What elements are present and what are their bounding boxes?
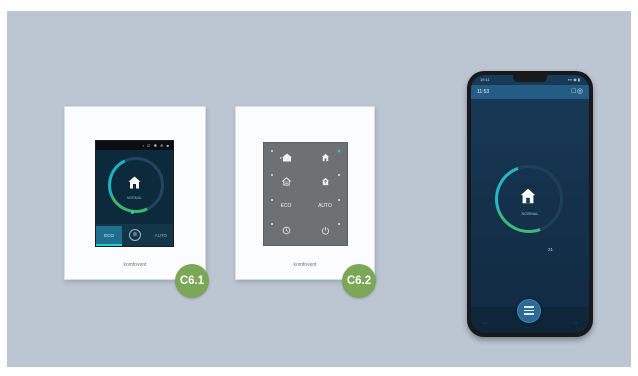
eco-button[interactable]: ECO xyxy=(96,226,122,246)
home-icon xyxy=(128,176,141,189)
led-indicator xyxy=(271,222,273,225)
app-temperature: 21 xyxy=(548,247,554,252)
model-badge-c6-2: C6.2 xyxy=(342,264,376,298)
product-scene: • ∅ ✱ ⊕ ■ NORMAL ECO ⊗ AUTO komfovent EC… xyxy=(7,11,631,367)
led-indicator-active xyxy=(338,150,340,152)
button-keypad: ECO AUTO xyxy=(263,142,348,246)
menu-button[interactable] xyxy=(517,299,541,323)
home-icon xyxy=(321,154,329,162)
phone-notch xyxy=(513,75,547,82)
model-badge-c6-1: C6.1 xyxy=(175,264,209,298)
power-button[interactable] xyxy=(307,220,343,241)
eco-key[interactable]: ECO xyxy=(268,196,304,217)
nav-right[interactable]: ◦◦◦ xyxy=(573,321,577,325)
button-controller-panel: ECO AUTO komfovent xyxy=(235,106,375,280)
clock-icon xyxy=(282,226,290,235)
away-button[interactable] xyxy=(268,147,304,168)
home-intensive-icon xyxy=(281,177,291,186)
touch-mode-label: NORMAL xyxy=(127,196,142,200)
touch-indicator-dot xyxy=(131,211,134,214)
status-time: 19:11 xyxy=(480,77,490,82)
eco-key-label: ECO xyxy=(280,203,292,210)
auto-key[interactable]: AUTO xyxy=(307,196,343,217)
boost-button[interactable] xyxy=(307,171,343,192)
home-away-icon xyxy=(280,153,292,162)
touch-screen[interactable]: • ∅ ✱ ⊕ ■ NORMAL ECO ⊗ AUTO xyxy=(95,140,174,247)
app-header: 11:53 □◎ xyxy=(471,85,589,99)
nav-left[interactable]: ◦◦◦ xyxy=(483,321,487,325)
led-indicator xyxy=(271,198,273,201)
signal-icons: ▪▪▪ ◉ ▮ xyxy=(567,77,580,82)
touch-status-icons: • ∅ ✱ ⊕ ■ xyxy=(142,143,170,148)
power-icon xyxy=(321,227,329,235)
intensive-button[interactable] xyxy=(268,171,304,192)
auto-key-label: AUTO xyxy=(318,203,332,210)
touch-controller-panel: • ∅ ✱ ⊕ ■ NORMAL ECO ⊗ AUTO komfovent xyxy=(64,106,206,280)
menu-icon xyxy=(524,306,534,316)
led-indicator xyxy=(338,198,340,201)
auto-button[interactable]: AUTO xyxy=(155,226,167,246)
off-button[interactable]: ⊗ xyxy=(129,229,141,241)
touch-status-bar: • ∅ ✱ ⊕ ■ xyxy=(96,141,173,150)
led-indicator xyxy=(338,222,340,225)
app-mode-label: NORMAL xyxy=(521,211,539,216)
led-indicator xyxy=(338,174,340,177)
led-indicator xyxy=(271,150,273,152)
timer-button[interactable] xyxy=(268,220,304,241)
settings-icon[interactable]: □◎ xyxy=(572,88,584,96)
app-header-time: 11:53 xyxy=(477,89,490,95)
home-icon xyxy=(520,188,536,204)
touch-bottom-bar: ECO ⊗ AUTO xyxy=(96,224,173,246)
smartphone: 19:11 ▪▪▪ ◉ ▮ 11:53 □◎ NORMAL 21 ◦◦◦ ◦◦◦ xyxy=(467,71,593,337)
app-screen: 19:11 ▪▪▪ ◉ ▮ 11:53 □◎ NORMAL 21 ◦◦◦ ◦◦◦ xyxy=(471,75,589,333)
home-button[interactable] xyxy=(307,147,343,168)
led-indicator xyxy=(271,174,273,177)
home-boost-icon xyxy=(321,178,329,186)
